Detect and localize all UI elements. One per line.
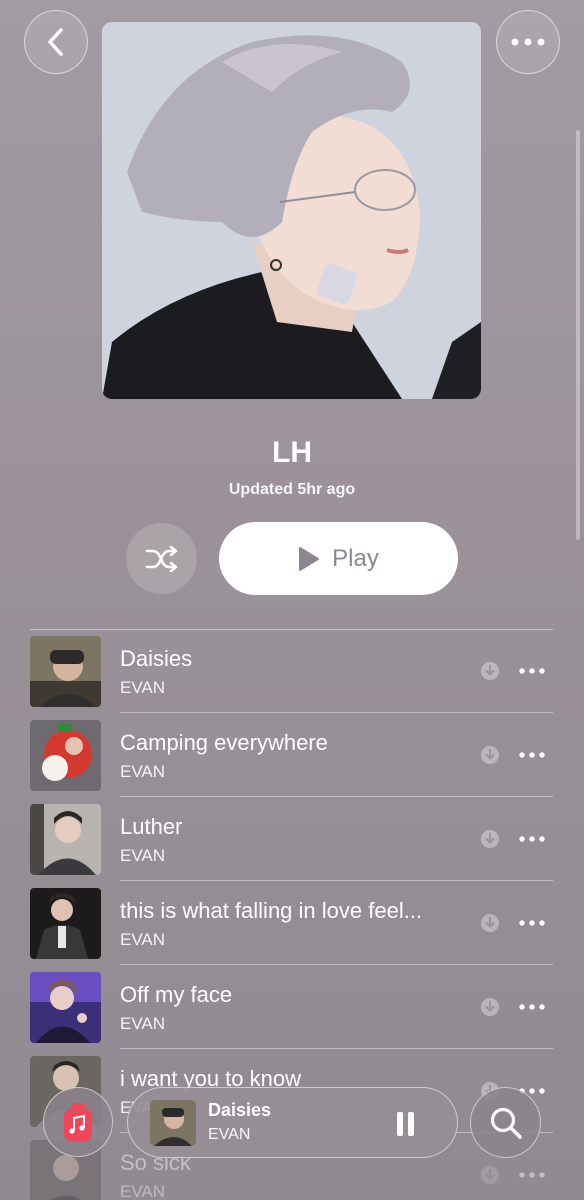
track-row[interactable]: Camping everywhere EVAN (0, 713, 584, 797)
track-artist: EVAN (120, 930, 166, 949)
play-button[interactable]: Play (219, 522, 458, 595)
track-more-button[interactable] (517, 743, 547, 767)
chevron-left-icon (48, 28, 63, 56)
download-icon[interactable] (481, 662, 499, 680)
track-artist: EVAN (120, 1014, 166, 1033)
download-icon[interactable] (481, 746, 499, 764)
track-row[interactable]: Luther EVAN (0, 797, 584, 881)
track-artwork (30, 720, 101, 791)
track-artist: EVAN (120, 678, 166, 697)
now-playing-artwork (150, 1100, 196, 1146)
ellipsis-icon (519, 752, 545, 758)
track-title: Off my face (120, 982, 233, 1007)
download-icon[interactable] (481, 998, 499, 1016)
track-title: Daisies (120, 646, 193, 671)
ellipsis-icon (519, 920, 545, 926)
track-row[interactable]: this is what falling in love feel... EVA… (0, 881, 584, 965)
scrollbar[interactable] (576, 130, 580, 540)
playlist-title: LH (272, 436, 312, 469)
track-artwork (30, 804, 101, 875)
track-title: this is what falling in love feel... (120, 898, 423, 923)
music-app-icon (64, 1103, 92, 1141)
track-artist: EVAN (120, 762, 166, 781)
track-more-button[interactable] (517, 1163, 547, 1187)
track-artwork (30, 888, 101, 959)
track-artwork (30, 972, 101, 1043)
shuffle-icon (145, 545, 177, 572)
shuffle-button[interactable] (126, 523, 197, 594)
pause-icon-bar (407, 1112, 414, 1136)
track-more-button[interactable] (517, 827, 547, 851)
download-icon[interactable] (481, 1166, 499, 1184)
track-row[interactable]: Off my face EVAN (0, 965, 584, 1049)
track-artist: EVAN (120, 1182, 166, 1200)
track-title: Luther (120, 814, 183, 839)
play-icon (299, 546, 320, 571)
now-playing-title: Daisies (208, 1100, 272, 1120)
track-title: Camping everywhere (120, 730, 328, 755)
ellipsis-icon (519, 1004, 545, 1010)
ellipsis-icon (519, 668, 545, 674)
download-icon[interactable] (481, 830, 499, 848)
track-more-button[interactable] (517, 995, 547, 1019)
playlist-updated-label: Updated 5hr ago (228, 481, 356, 498)
ellipsis-icon (519, 1172, 545, 1178)
playlist-artwork (102, 22, 481, 399)
track-more-button[interactable] (517, 911, 547, 935)
play-button-label: Play (332, 544, 379, 572)
ellipsis-icon (519, 836, 545, 842)
search-button[interactable] (470, 1087, 541, 1158)
pause-button[interactable] (390, 1109, 420, 1139)
pause-icon (396, 1112, 403, 1136)
search-icon (490, 1107, 522, 1139)
back-button[interactable] (24, 10, 88, 74)
track-artwork (30, 636, 101, 707)
track-row[interactable]: Daisies EVAN (0, 629, 584, 713)
library-button[interactable] (43, 1087, 113, 1157)
download-icon[interactable] (481, 914, 499, 932)
track-more-button[interactable] (517, 659, 547, 683)
now-playing-artist: EVAN (208, 1126, 251, 1143)
now-playing-bar[interactable]: Daisies EVAN (127, 1087, 458, 1158)
ellipsis-icon (511, 38, 545, 46)
more-options-button[interactable] (496, 10, 560, 74)
track-artist: EVAN (120, 846, 166, 865)
